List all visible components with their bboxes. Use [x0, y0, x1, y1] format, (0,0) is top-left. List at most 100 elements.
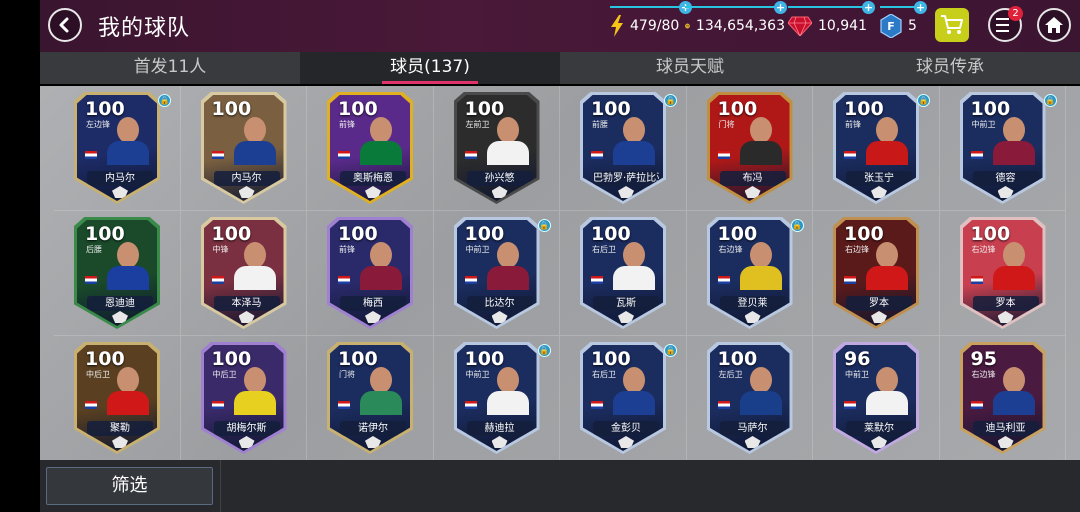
nation-flag-icon [717, 401, 730, 409]
player-card[interactable]: 100 中锋 本泽马 [200, 217, 287, 329]
nation-flag-icon [338, 276, 350, 284]
player-name: 恩迪迪 [87, 296, 153, 311]
player-jersey [992, 266, 1035, 290]
tab-player-talents[interactable]: 球员天赋 [560, 52, 820, 84]
player-name: 内马尔 [87, 171, 153, 186]
player-card[interactable]: 96 中前卫 莱默尔 [833, 342, 919, 454]
nation-flag-icon [844, 151, 856, 159]
nation-flag-icon [591, 401, 603, 409]
menu-button[interactable]: 2 [988, 6, 1023, 42]
player-name: 金彭贝 [593, 421, 659, 436]
player-slot: 100 左边锋 内马尔 🔒 [54, 86, 181, 211]
fifa-points-icon: F [880, 14, 902, 38]
ruby-icon [788, 16, 812, 36]
lock-icon: 🔒 [537, 219, 551, 232]
program-emblem-icon [112, 436, 128, 448]
store-button[interactable] [935, 8, 969, 42]
nation-flag-icon [85, 151, 97, 159]
card-background: 100 中前卫 赫迪拉 [456, 345, 537, 451]
nation-flag-icon [464, 151, 477, 159]
player-name: 梅西 [340, 296, 406, 311]
player-card[interactable]: 100 前锋 奥斯梅恩 [327, 92, 413, 204]
player-card[interactable]: 100 右边锋 罗本 [833, 217, 919, 329]
player-card[interactable]: 100 右后卫 瓦斯 [580, 217, 666, 329]
player-slot: 100 中后卫 聚勒 [54, 336, 181, 461]
card-background: 100 中后卫 胡梅尔斯 [203, 345, 284, 451]
player-slot: 100 门将 布冯 [686, 86, 813, 211]
player-jersey [992, 391, 1035, 415]
player-jersey [739, 141, 782, 165]
player-card[interactable]: 100 门将 布冯 [706, 92, 793, 204]
nation-flag-icon [338, 151, 350, 159]
coins-add-button[interactable]: + [774, 1, 787, 14]
player-card[interactable]: 100 右边锋 登贝莱 [706, 217, 793, 329]
energy-value: 479/80 [630, 18, 680, 34]
player-card[interactable]: 100 中前卫 赫迪拉 [453, 342, 540, 454]
player-card[interactable]: 100 左边锋 内马尔 [74, 92, 160, 204]
player-card[interactable]: 100 门将 诺伊尔 [327, 342, 413, 454]
card-background: 100 左边锋 内马尔 [77, 95, 157, 201]
home-button[interactable] [1037, 8, 1071, 42]
player-name: 张玉宁 [846, 171, 912, 186]
nation-flag-icon [970, 151, 983, 159]
player-card[interactable]: 100 后腰 恩迪迪 [74, 217, 160, 329]
player-card[interactable]: 100 中后卫 胡梅尔斯 [200, 342, 287, 454]
player-card[interactable]: 100 右边锋 罗本 [959, 217, 1046, 329]
player-card[interactable]: 100 中后卫 聚勒 [74, 342, 160, 454]
player-name: 马萨尔 [719, 421, 786, 436]
tab-starting-xi[interactable]: 首发11人 [40, 52, 300, 84]
player-jersey [613, 266, 655, 290]
player-photo [485, 236, 531, 290]
player-slot: 100 左前卫 孙兴慜 [433, 86, 560, 211]
nation-flag-icon [85, 276, 97, 284]
player-card[interactable]: 100 中前卫 德容 [959, 92, 1046, 204]
tab-players[interactable]: 球员(137) [300, 52, 560, 84]
program-emblem-icon [365, 311, 381, 323]
card-background: 100 前锋 奥斯梅恩 [330, 95, 410, 201]
player-card[interactable]: 100 内马尔 [200, 92, 287, 204]
program-emblem-icon [618, 436, 634, 448]
program-emblem-icon [744, 186, 761, 198]
player-name: 比达尔 [466, 296, 533, 311]
player-jersey [233, 266, 276, 290]
card-background: 96 中前卫 莱默尔 [836, 345, 916, 451]
player-name: 本泽马 [213, 296, 280, 311]
player-name: 迪马利亚 [972, 421, 1039, 436]
player-card[interactable]: 100 中前卫 比达尔 [453, 217, 540, 329]
player-photo [864, 361, 910, 415]
player-name: 奥斯梅恩 [340, 171, 406, 186]
card-background: 100 内马尔 [203, 95, 284, 201]
player-card[interactable]: 100 前锋 梅西 [327, 217, 413, 329]
player-photo [358, 361, 404, 415]
player-photo [991, 236, 1037, 290]
player-face [876, 117, 898, 143]
coin-icon: FIFA [685, 23, 690, 29]
program-emblem-icon [112, 311, 128, 323]
player-card[interactable]: 100 前锋 张玉宁 [833, 92, 919, 204]
fifa-points-add-button[interactable]: + [914, 1, 927, 14]
program-emblem-icon [871, 186, 887, 198]
tab-player-legacy[interactable]: 球员传承 [820, 52, 1080, 84]
fifa-points-counter: F 5 + [880, 1, 927, 44]
player-face [117, 367, 139, 393]
gems-add-button[interactable]: + [862, 1, 875, 14]
player-card[interactable]: 100 左前卫 孙兴慜 [453, 92, 540, 204]
tab-bar: 首发11人 球员(137) 球员天赋 球员传承 [40, 52, 1080, 84]
card-background: 100 前锋 张玉宁 [836, 95, 916, 201]
lock-icon: 🔒 [790, 219, 804, 232]
back-button[interactable] [48, 8, 82, 42]
lock-icon: 🔒 [1043, 94, 1057, 107]
player-name: 莱默尔 [846, 421, 912, 436]
tab-label: 球员天赋 [656, 57, 724, 77]
player-photo [738, 361, 784, 415]
player-card[interactable]: 100 左后卫 马萨尔 [706, 342, 793, 454]
card-background: 100 前腰 巴勃罗·萨拉比亚 [583, 95, 663, 201]
player-card[interactable]: 95 右边锋 迪马利亚 [959, 342, 1046, 454]
nation-flag-icon [844, 401, 856, 409]
player-card[interactable]: 100 右后卫 金彭贝 [580, 342, 666, 454]
player-name: 赫迪拉 [466, 421, 533, 436]
player-slot: 100 前锋 梅西 [307, 211, 434, 336]
filter-button[interactable]: 筛选 [46, 467, 213, 505]
player-face [1002, 117, 1025, 143]
player-card[interactable]: 100 前腰 巴勃罗·萨拉比亚 [580, 92, 666, 204]
